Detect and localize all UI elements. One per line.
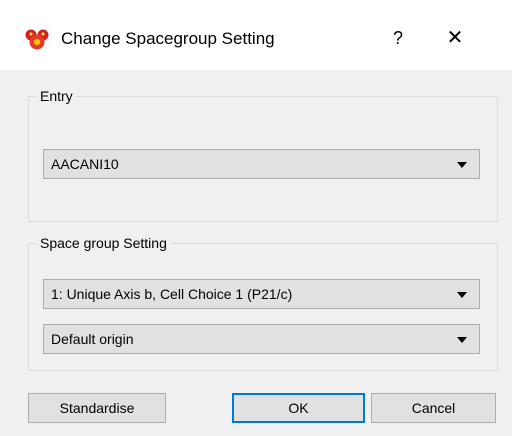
- window-title: Change Spacegroup Setting: [61, 29, 275, 48]
- chevron-down-icon: [457, 337, 467, 343]
- ok-button[interactable]: OK: [232, 393, 365, 423]
- entry-combobox-value: AACANI10: [51, 156, 119, 172]
- chevron-down-icon: [457, 292, 467, 298]
- chevron-down-icon: [457, 162, 467, 168]
- help-button[interactable]: ?: [386, 26, 410, 50]
- spacegroup-group-label: Space group Setting: [37, 235, 170, 251]
- entry-combobox[interactable]: AACANI10: [43, 149, 480, 179]
- entry-group-label: Entry: [37, 88, 76, 104]
- origin-combobox[interactable]: Default origin: [43, 324, 480, 354]
- origin-value: Default origin: [51, 331, 134, 347]
- close-button[interactable]: ✕: [440, 23, 470, 53]
- cancel-button[interactable]: Cancel: [371, 393, 496, 423]
- spacegroup-setting-value: 1: Unique Axis b, Cell Choice 1 (P21/c): [51, 286, 293, 302]
- spacegroup-setting-combobox[interactable]: 1: Unique Axis b, Cell Choice 1 (P21/c): [43, 279, 480, 309]
- mercury-app-icon: [25, 29, 49, 50]
- standardise-button[interactable]: Standardise: [28, 393, 166, 423]
- title-bar: Change Spacegroup Setting ? ✕: [0, 0, 512, 70]
